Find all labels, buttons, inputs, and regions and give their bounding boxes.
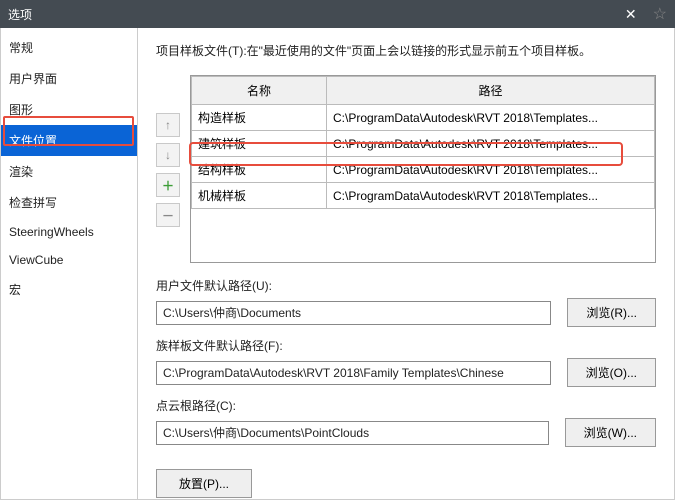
places-button[interactable]: 放置(P)...: [156, 469, 252, 498]
user-files-label: 用户文件默认路径(U):: [156, 277, 656, 294]
user-files-input[interactable]: [156, 301, 551, 325]
arrow-down-icon: ↓: [165, 148, 171, 162]
window-title: 选项: [8, 6, 32, 23]
browse-point-cloud-button[interactable]: 浏览(W)...: [565, 418, 656, 447]
browse-family-templates-button[interactable]: 浏览(O)...: [567, 358, 656, 387]
cell-path[interactable]: C:\ProgramData\Autodesk\RVT 2018\Templat…: [327, 183, 655, 209]
cell-name[interactable]: 机械样板: [192, 183, 327, 209]
table-row[interactable]: 机械样板 C:\ProgramData\Autodesk\RVT 2018\Te…: [192, 183, 655, 209]
minus-icon: －: [162, 207, 174, 224]
sidebar-item-spelling[interactable]: 检查拼写: [1, 187, 137, 218]
browse-user-files-button[interactable]: 浏览(R)...: [567, 298, 656, 327]
sidebar-item-steeringwheels[interactable]: SteeringWheels: [1, 218, 137, 246]
close-icon[interactable]: ✕: [625, 6, 637, 23]
col-header-name[interactable]: 名称: [192, 77, 327, 105]
point-cloud-label: 点云根路径(C):: [156, 397, 656, 414]
col-header-path[interactable]: 路径: [327, 77, 655, 105]
family-templates-label: 族样板文件默认路径(F):: [156, 337, 656, 354]
move-down-button[interactable]: ↓: [156, 143, 180, 167]
point-cloud-input[interactable]: [156, 421, 549, 445]
sidebar: 常规 用户界面 图形 文件位置 渲染 检查拼写 SteeringWheels V…: [1, 28, 138, 499]
cell-name[interactable]: 建筑样板: [192, 131, 327, 157]
table-side-buttons: ↑ ↓ ＋ －: [156, 113, 182, 263]
cell-path[interactable]: C:\ProgramData\Autodesk\RVT 2018\Templat…: [327, 157, 655, 183]
main-panel: 项目样板文件(T):在"最近使用的文件"页面上会以链接的形式显示前五个项目样板。…: [138, 28, 674, 499]
sidebar-item-general[interactable]: 常规: [1, 32, 137, 63]
templates-table: 名称 路径 构造样板 C:\ProgramData\Autodesk\RVT 2…: [190, 75, 656, 263]
sidebar-item-graphics[interactable]: 图形: [1, 94, 137, 125]
table-row[interactable]: 结构样板 C:\ProgramData\Autodesk\RVT 2018\Te…: [192, 157, 655, 183]
cell-path[interactable]: C:\ProgramData\Autodesk\RVT 2018\Templat…: [327, 105, 655, 131]
table-row[interactable]: 构造样板 C:\ProgramData\Autodesk\RVT 2018\Te…: [192, 105, 655, 131]
plus-icon: ＋: [162, 177, 174, 194]
add-button[interactable]: ＋: [156, 173, 180, 197]
titlebar-controls: ✕ ☆: [625, 4, 667, 24]
table-row[interactable]: 建筑样板 C:\ProgramData\Autodesk\RVT 2018\Te…: [192, 131, 655, 157]
bookmark-star-icon[interactable]: ☆: [653, 4, 667, 24]
sidebar-item-ui[interactable]: 用户界面: [1, 63, 137, 94]
family-templates-input[interactable]: [156, 361, 551, 385]
sidebar-item-file-locations[interactable]: 文件位置: [1, 125, 137, 156]
sidebar-item-macros[interactable]: 宏: [1, 274, 137, 305]
arrow-up-icon: ↑: [165, 118, 171, 132]
sidebar-item-rendering[interactable]: 渲染: [1, 156, 137, 187]
move-up-button[interactable]: ↑: [156, 113, 180, 137]
cell-path[interactable]: C:\ProgramData\Autodesk\RVT 2018\Templat…: [327, 131, 655, 157]
titlebar: 选项 ✕ ☆: [0, 0, 675, 28]
cell-name[interactable]: 构造样板: [192, 105, 327, 131]
remove-button[interactable]: －: [156, 203, 180, 227]
sidebar-item-viewcube[interactable]: ViewCube: [1, 246, 137, 274]
cell-name[interactable]: 结构样板: [192, 157, 327, 183]
description-text: 项目样板文件(T):在"最近使用的文件"页面上会以链接的形式显示前五个项目样板。: [156, 42, 656, 59]
